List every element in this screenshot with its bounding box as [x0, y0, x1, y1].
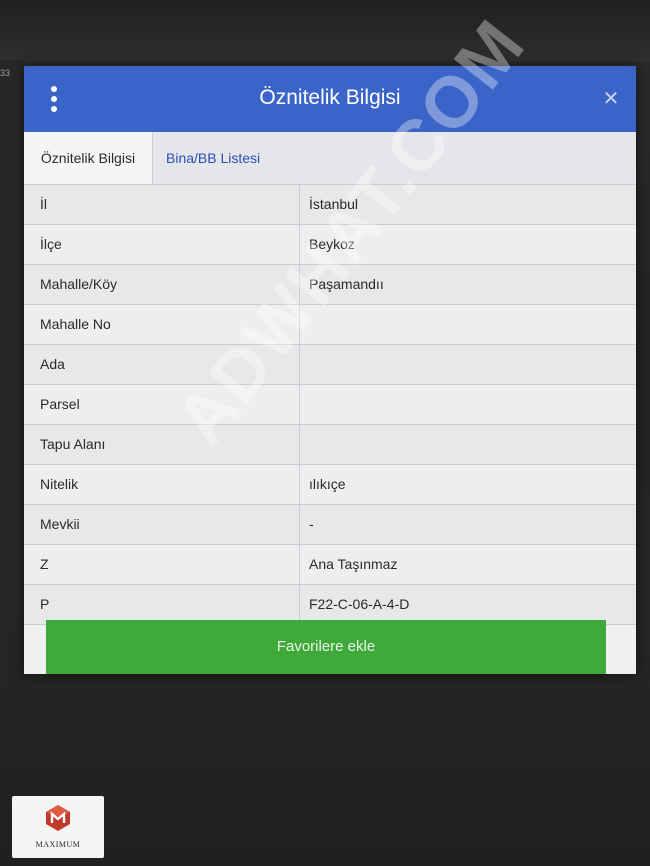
row-key: Nitelik	[40, 476, 79, 492]
dialog-header: Öznitelik Bilgisi ✕	[24, 66, 636, 132]
attribute-table: İl İstanbul İlçe Beykoz Mahalle/Köy Paşa…	[24, 185, 636, 625]
table-row: Mahalle No	[24, 305, 636, 345]
background-page-fragment: 33	[0, 68, 11, 78]
row-value: Beykoz	[309, 236, 355, 252]
row-key: Ada	[40, 356, 65, 372]
tab-attribute-info[interactable]: Öznitelik Bilgisi	[24, 132, 153, 184]
column-divider	[299, 385, 300, 424]
row-key: Parsel	[40, 396, 80, 412]
row-value: İstanbul	[309, 196, 359, 212]
logo-wordmark: MAXIMUM	[35, 840, 81, 849]
tab-bar: Öznitelik Bilgisi Bina/BB Listesi	[24, 132, 636, 185]
attribute-info-dialog: Öznitelik Bilgisi ✕ Öznitelik Bilgisi Bi…	[24, 66, 636, 674]
add-to-favorites-button[interactable]: Favorilere ekle	[46, 620, 606, 674]
column-divider	[299, 545, 300, 584]
table-row: Nitelik ılıkıçe	[24, 465, 636, 505]
column-divider	[299, 505, 300, 544]
row-key: İl	[40, 196, 47, 212]
row-key: Mahalle/Köy	[40, 276, 118, 292]
dialog-title: Öznitelik Bilgisi	[259, 86, 401, 109]
table-row: İl İstanbul	[24, 185, 636, 225]
column-divider	[299, 225, 300, 264]
table-row: İlçe Beykoz	[24, 225, 636, 265]
close-icon[interactable]: ✕	[600, 88, 622, 110]
row-key: İlçe	[40, 236, 62, 252]
row-value: Ana Taşınmaz	[309, 556, 398, 572]
row-key: Tapu Alanı	[40, 436, 106, 452]
column-divider	[299, 585, 300, 624]
background-strip	[0, 60, 24, 620]
column-divider	[299, 465, 300, 504]
row-value: F22-C-06-A-4-D	[309, 596, 410, 612]
row-value: -	[309, 516, 314, 532]
row-key: P	[40, 596, 50, 612]
table-row: Mevkii -	[24, 505, 636, 545]
row-value: Paşamandıı	[309, 276, 384, 292]
row-value: ılıkıçe	[309, 476, 346, 492]
monitor-bezel	[0, 0, 650, 62]
table-row: Mahalle/Köy Paşamandıı	[24, 265, 636, 305]
row-key: Z	[40, 556, 49, 572]
table-row: Z Ana Taşınmaz	[24, 545, 636, 585]
logo-mark-icon	[46, 805, 70, 831]
column-divider	[299, 305, 300, 344]
column-divider	[299, 265, 300, 304]
table-row: Parsel	[24, 385, 636, 425]
column-divider	[299, 425, 300, 464]
table-row: P F22-C-06-A-4-D	[24, 585, 636, 625]
table-row: Tapu Alanı	[24, 425, 636, 465]
row-key: Mevkii	[40, 516, 80, 532]
tab-building-list[interactable]: Bina/BB Listesi	[166, 132, 276, 184]
column-divider	[299, 185, 300, 224]
row-key: Mahalle No	[40, 316, 111, 332]
table-row: Ada	[24, 345, 636, 385]
column-divider	[299, 345, 300, 384]
maximum-logo: MAXIMUM	[12, 796, 104, 858]
